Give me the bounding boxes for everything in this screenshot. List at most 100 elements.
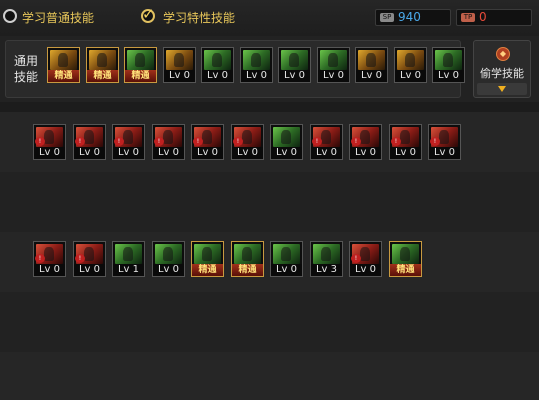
tab-trait-radio[interactable] xyxy=(141,5,155,23)
skill-level-label: Lv 3 xyxy=(311,264,342,276)
tab-trait-skills[interactable]: 学习特性技能 xyxy=(163,9,235,26)
skill-level-label: Lv 0 xyxy=(153,147,184,159)
skill-level-label: Lv 0 xyxy=(433,70,464,82)
skill-slot[interactable]: ! Lv 0 xyxy=(112,124,145,160)
skill-level-label: 精通 xyxy=(48,70,79,82)
skill-level-label: 精通 xyxy=(87,70,118,82)
skill-slot[interactable]: ! Lv 0 xyxy=(33,124,66,160)
skill-icon xyxy=(127,50,154,70)
skill-icon xyxy=(313,244,340,264)
lock-icon: ! xyxy=(391,137,401,146)
skill-icon xyxy=(204,50,231,70)
skill-point-display: SP 940 xyxy=(375,9,451,26)
skill-level-label: Lv 0 xyxy=(318,70,349,82)
steal-skill-label: 偷学技能 xyxy=(480,67,524,80)
skill-slot[interactable]: ! Lv 0 xyxy=(349,124,382,160)
skill-level-label: Lv 0 xyxy=(192,147,223,159)
skill-slot[interactable]: ! Lv 0 xyxy=(191,124,224,160)
skill-slot[interactable]: 精通 xyxy=(389,241,422,277)
skill-slot[interactable]: 精通 xyxy=(191,241,224,277)
skill-row-empty-2-bg xyxy=(0,352,539,400)
skill-slot[interactable]: Lv 3 xyxy=(310,241,343,277)
skill-slot[interactable]: 精通 xyxy=(86,47,119,83)
skill-icon xyxy=(435,50,462,70)
skill-level-label: Lv 0 xyxy=(429,147,460,159)
skill-level-label: Lv 0 xyxy=(74,147,105,159)
skill-slot[interactable]: ! Lv 0 xyxy=(152,124,185,160)
tab-normal-radio[interactable] xyxy=(3,9,17,23)
lock-icon: ! xyxy=(35,254,45,263)
skill-level-label: Lv 0 xyxy=(271,147,302,159)
lock-icon: ! xyxy=(351,137,361,146)
skill-slot[interactable]: Lv 1 xyxy=(112,241,145,277)
skill-level-label: Lv 0 xyxy=(164,70,195,82)
top-bar: 学习普通技能 学习特性技能 SP 940 TP 0 xyxy=(0,0,539,36)
skill-icon xyxy=(281,50,308,70)
skill-icon xyxy=(155,244,182,264)
lock-icon: ! xyxy=(351,254,361,263)
skill-slot[interactable]: Lv 0 xyxy=(270,124,303,160)
skill-slot[interactable]: ! Lv 0 xyxy=(33,241,66,277)
skill-slot[interactable]: Lv 0 xyxy=(163,47,196,83)
skill-icon xyxy=(166,50,193,70)
skill-level-label: Lv 0 xyxy=(202,70,233,82)
lock-icon: ! xyxy=(233,137,243,146)
skill-slot[interactable]: ! Lv 0 xyxy=(428,124,461,160)
skill-icon xyxy=(273,127,300,147)
lock-icon: ! xyxy=(75,254,85,263)
skill-slot[interactable]: ! Lv 0 xyxy=(349,241,382,277)
skill-level-label: Lv 0 xyxy=(311,147,342,159)
skill-slot[interactable]: Lv 0 xyxy=(432,47,465,83)
special-point-display: TP 0 xyxy=(456,9,532,26)
skill-slot[interactable]: Lv 0 xyxy=(270,241,303,277)
skill-slot[interactable]: 精通 xyxy=(231,241,264,277)
tab-normal-skills[interactable]: 学习普通技能 xyxy=(22,9,94,26)
skill-slot[interactable]: ! Lv 0 xyxy=(389,124,422,160)
skill-row-divider-bg xyxy=(0,172,539,232)
skill-slot[interactable]: Lv 0 xyxy=(278,47,311,83)
skill-icon xyxy=(194,244,221,264)
skill-level-label: Lv 0 xyxy=(395,70,426,82)
skill-slot[interactable]: 精通 xyxy=(47,47,80,83)
skill-level-label: Lv 1 xyxy=(113,264,144,276)
steal-skill-dropdown-arrow[interactable] xyxy=(477,83,527,95)
skill-icon xyxy=(273,244,300,264)
skill-level-label: Lv 0 xyxy=(153,264,184,276)
skill-slot[interactable]: Lv 0 xyxy=(240,47,273,83)
skill-level-label: 精通 xyxy=(390,264,421,276)
skill-row-empty-bg xyxy=(0,292,539,352)
skill-level-label: Lv 0 xyxy=(34,264,65,276)
skill-point-icon: SP xyxy=(380,13,394,22)
skill-level-label: Lv 0 xyxy=(279,70,310,82)
general-skills-label: 通用技能 xyxy=(14,54,39,84)
skill-slot[interactable]: ! Lv 0 xyxy=(310,124,343,160)
skill-slot[interactable]: Lv 0 xyxy=(201,47,234,83)
skill-slot[interactable]: ! Lv 0 xyxy=(231,124,264,160)
special-point-value: 0 xyxy=(479,10,487,24)
skill-icon xyxy=(115,244,142,264)
skill-slot[interactable]: ! Lv 0 xyxy=(73,124,106,160)
skill-level-label: Lv 0 xyxy=(74,264,105,276)
skill-level-label: Lv 0 xyxy=(271,264,302,276)
skill-slot[interactable]: ! Lv 0 xyxy=(73,241,106,277)
skill-icon xyxy=(50,50,77,70)
skill-level-label: Lv 0 xyxy=(390,147,421,159)
lock-icon: ! xyxy=(114,137,124,146)
skill-point-value: 940 xyxy=(398,10,421,24)
skill-slot[interactable]: Lv 0 xyxy=(355,47,388,83)
skill-slot[interactable]: Lv 0 xyxy=(394,47,427,83)
skill-slot[interactable]: Lv 0 xyxy=(317,47,350,83)
skill-level-label: Lv 0 xyxy=(350,147,381,159)
skill-icon xyxy=(234,244,261,264)
steal-skill-button[interactable]: ◆ 偷学技能 xyxy=(473,40,531,98)
skill-level-label: 精通 xyxy=(232,264,263,276)
skill-slot[interactable]: 精通 xyxy=(124,47,157,83)
skill-icon xyxy=(320,50,347,70)
lock-icon: ! xyxy=(193,137,203,146)
skill-level-label: Lv 0 xyxy=(34,147,65,159)
skill-slot[interactable]: Lv 0 xyxy=(152,241,185,277)
skill-icon xyxy=(89,50,116,70)
steal-skill-icon: ◆ xyxy=(496,47,510,61)
skill-icon xyxy=(392,244,419,264)
lock-icon: ! xyxy=(154,137,164,146)
